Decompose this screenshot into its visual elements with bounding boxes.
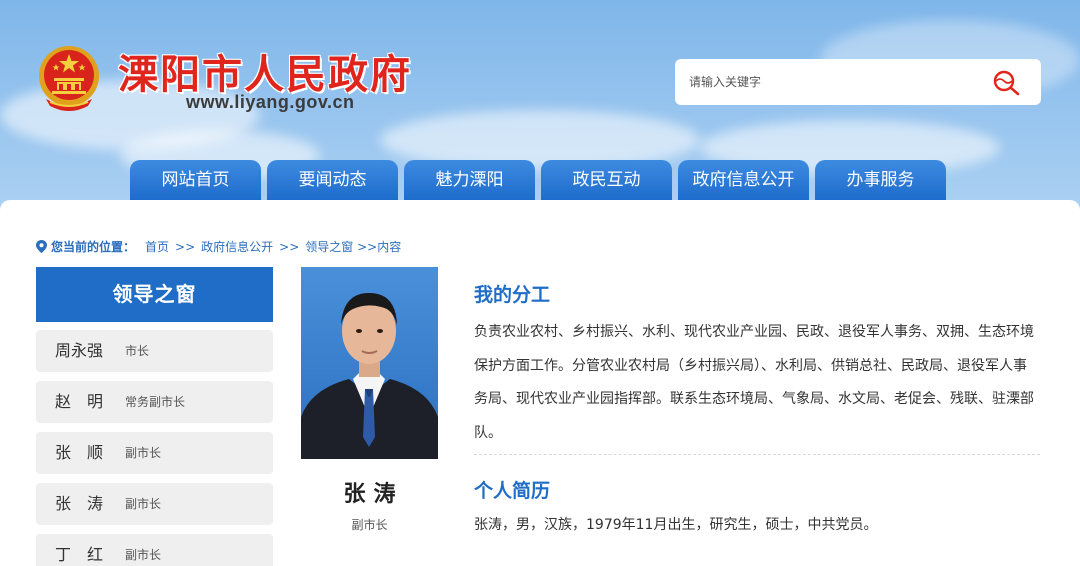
nav-tab-interaction[interactable]: 政民互动 — [541, 160, 672, 200]
sidebar-item-leader[interactable]: 张 涛 副市长 — [36, 483, 273, 525]
leader-name: 赵 明 — [55, 392, 104, 411]
breadcrumb-separator: >> — [279, 240, 300, 254]
section-divider — [474, 454, 1040, 455]
leader-role: 常务副市长 — [125, 395, 186, 409]
sidebar-item-leader[interactable]: 丁 红 副市长 — [36, 534, 273, 566]
breadcrumb-separator: >> — [175, 240, 196, 254]
duties-heading: 我的分工 — [474, 284, 551, 306]
nav-tab-home[interactable]: 网站首页 — [130, 160, 261, 200]
breadcrumb-current: >>内容 — [357, 240, 402, 254]
nav-tab-info-disclosure[interactable]: 政府信息公开 — [678, 160, 809, 200]
national-emblem-icon[interactable] — [36, 44, 102, 112]
sidebar-list: 周永强 市长 赵 明 常务副市长 张 顺 副市长 张 涛 副市长 丁 红 副市长 — [36, 330, 273, 566]
breadcrumb-home-link[interactable]: 首页 — [145, 240, 169, 254]
location-pin-icon — [36, 240, 47, 253]
leader-name: 丁 红 — [55, 545, 104, 564]
sidebar-title: 领导之窗 — [36, 267, 273, 322]
main-panel: 您当前的位置： 首页 >> 政府信息公开 >> 领导之窗 >>内容 领导之窗 周永强 市长… — [0, 200, 1080, 566]
leader-role: 市长 — [125, 344, 150, 358]
bio-text: 张涛，男，汉族，1979年11月出生，研究生，硕士，中共党员。 — [474, 517, 878, 533]
site-url: www.liyang.gov.cn — [186, 92, 355, 112]
leader-role: 副市长 — [125, 446, 162, 460]
nav-tab-news[interactable]: 要闻动态 — [267, 160, 398, 200]
search-box — [675, 59, 1041, 105]
bio-heading: 个人简历 — [474, 480, 551, 502]
breadcrumb-leaders-link[interactable]: 领导之窗 — [305, 240, 353, 254]
leader-name: 周永强 — [55, 341, 104, 360]
search-icon[interactable] — [991, 68, 1021, 96]
leader-name-heading: 张涛 — [343, 482, 404, 507]
search-input[interactable] — [689, 69, 969, 95]
portrait-illustration — [301, 293, 438, 459]
leader-role: 副市长 — [125, 548, 162, 562]
sidebar-item-leader[interactable]: 周永强 市长 — [36, 330, 273, 372]
breadcrumb-info-link[interactable]: 政府信息公开 — [201, 240, 273, 254]
duties-text: 负责农业农村、乡村振兴、水利、现代农业产业园、民政、退役军人事务、双拥、生态环境… — [474, 324, 1034, 441]
leader-role: 副市长 — [125, 497, 162, 511]
leader-portrait — [301, 267, 438, 459]
leader-name: 张 顺 — [55, 443, 104, 462]
leader-name: 张 涛 — [55, 494, 104, 513]
sidebar-item-leader[interactable]: 赵 明 常务副市长 — [36, 381, 273, 423]
breadcrumb-label: 您当前的位置： — [51, 240, 136, 254]
nav-tab-charm[interactable]: 魅力溧阳 — [404, 160, 535, 200]
sidebar-item-leader[interactable]: 张 顺 副市长 — [36, 432, 273, 474]
breadcrumb: 您当前的位置： 首页 >> 政府信息公开 >> 领导之窗 >>内容 — [36, 238, 401, 255]
leader-title: 副市长 — [351, 518, 388, 532]
nav-tab-services[interactable]: 办事服务 — [815, 160, 946, 200]
